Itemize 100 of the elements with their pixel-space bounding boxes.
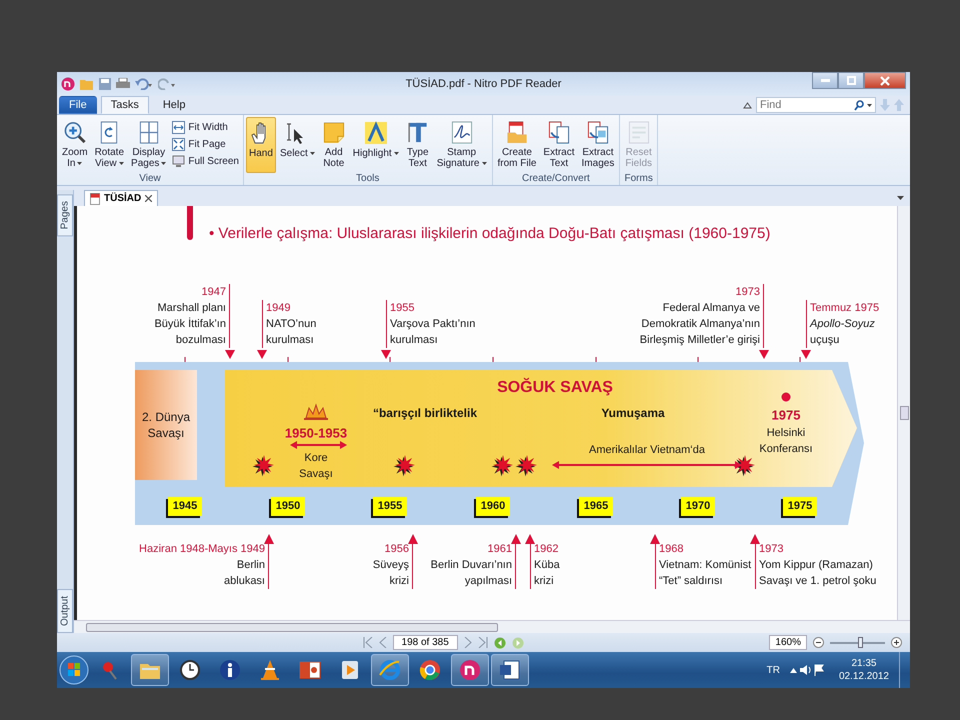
save-icon[interactable]	[99, 78, 111, 90]
undo-icon[interactable]	[135, 78, 153, 90]
side-tab[interactable]: Pages	[57, 194, 73, 236]
ribbon-button[interactable]: Full Screen	[170, 154, 241, 169]
period-title: SOĞUK SAVAŞ	[497, 379, 613, 397]
search-field[interactable]: Find	[756, 97, 876, 113]
ribbon-tab[interactable]: File	[59, 96, 97, 114]
search-icon[interactable]	[854, 100, 864, 111]
folder-page-icon	[504, 121, 529, 144]
tray-arrow-icon[interactable]	[790, 668, 797, 672]
minimize-icon	[820, 79, 830, 82]
caret-icon[interactable]	[867, 104, 872, 107]
ribbon-tab[interactable]: Help	[152, 96, 196, 114]
taskbar-button[interactable]	[451, 654, 489, 686]
document-tab[interactable]: TÜSİAD	[84, 190, 158, 206]
ribbon-button[interactable]: Highlight	[350, 117, 402, 173]
period-label: Amerikalılar Vietnam‘da	[589, 444, 705, 456]
event-date: 1961	[486, 542, 512, 557]
info-icon	[219, 659, 241, 681]
zoom-in-icon[interactable]	[891, 637, 902, 648]
collapse-icon[interactable]	[743, 102, 752, 108]
zoom-out-icon[interactable]	[813, 637, 824, 648]
event-description: Yom Kippur (Ramazan) Savaşı ve 1. petrol şoku	[759, 558, 876, 589]
year-label: 1970	[681, 497, 715, 516]
year-label: 1950	[271, 497, 305, 516]
ribbon-button[interactable]: Type Text	[402, 117, 433, 173]
event-date: Temmuz 1975	[810, 301, 880, 316]
ribbon-button[interactable]: Zoom In	[59, 117, 91, 173]
event-description: Federal Almanya ve Demokratik Almanya’nın Birleşmiş Milletler’e girişi	[640, 301, 760, 348]
ribbon-button[interactable]: Fit Width	[170, 120, 241, 135]
highlighter-icon	[364, 121, 388, 145]
ribbon-button[interactable]: Extract Images	[578, 117, 618, 173]
flag-icon[interactable]	[812, 664, 825, 676]
year-label: 1965	[579, 497, 613, 516]
explosion-icon	[394, 455, 415, 476]
caret-icon[interactable]	[897, 196, 904, 200]
app-logo-icon	[459, 659, 481, 681]
image-page-icon	[586, 121, 610, 144]
clock-time[interactable]: 21:35	[851, 657, 876, 670]
clock-icon	[179, 659, 201, 681]
page-field[interactable]: 198 of 385	[392, 635, 458, 650]
double-arrow	[290, 441, 347, 449]
taskbar-button[interactable]	[491, 654, 529, 686]
explosion-icon	[304, 403, 328, 420]
start-button[interactable]	[59, 655, 89, 685]
year-label: 1960	[476, 497, 510, 516]
zoom-field[interactable]: 160%	[769, 635, 807, 650]
cone-icon	[259, 659, 281, 681]
horizontal-scrollbar[interactable]	[74, 620, 910, 633]
event-date: 1962	[534, 542, 560, 557]
event-description: Varşova Paktı’nın kurulması	[390, 317, 476, 348]
ribbon-button[interactable]: Hand	[246, 117, 276, 173]
year-label: 1945	[168, 497, 202, 516]
ribbon-button[interactable]: Display Pages	[128, 117, 170, 173]
speaker-icon[interactable]	[798, 664, 811, 676]
close-icon[interactable]	[145, 195, 152, 202]
close-button[interactable]	[864, 72, 906, 89]
phase-label: Yumuşama	[601, 406, 665, 420]
side-tab[interactable]: Output	[57, 588, 73, 633]
ribbon-tab[interactable]: Tasks	[100, 96, 149, 114]
note-icon	[322, 121, 346, 144]
ribbon-button[interactable]: Extract Text	[540, 117, 578, 173]
language-indicator[interactable]: TR	[766, 664, 780, 676]
accent-bar	[187, 206, 193, 240]
ribbon-button[interactable]: Select	[276, 117, 318, 173]
explosion-icon	[516, 455, 537, 476]
event-date: 1947	[200, 285, 226, 300]
ribbon-button[interactable]: Add Note	[318, 117, 349, 173]
redo-icon[interactable]	[158, 78, 176, 90]
zoom-in-icon	[62, 121, 87, 144]
group-label: Tools	[355, 173, 380, 185]
vertical-scrollbar[interactable]	[897, 206, 910, 620]
explosion-icon	[492, 455, 513, 476]
document-icon	[499, 659, 521, 681]
ribbon-button[interactable]: Stamp Signature	[434, 117, 490, 173]
minimize-button[interactable]	[812, 72, 838, 89]
event-pointer	[759, 350, 769, 359]
tick-mark	[492, 357, 494, 362]
era-label: 2. Dünya Savaşı	[142, 409, 190, 441]
maximize-button[interactable]	[838, 72, 864, 89]
event-date: 1950-1953	[284, 426, 348, 440]
event-date: 1973	[759, 542, 784, 557]
play-icon	[339, 659, 361, 681]
event-description: NATO’nun kurulması	[266, 317, 316, 348]
page-arrow-icon	[546, 121, 571, 144]
tab-label: TÜSİAD	[104, 193, 142, 204]
tick-mark	[184, 357, 186, 362]
year-label: 1975	[783, 497, 817, 516]
close-icon	[880, 76, 890, 86]
ribbon-button[interactable]: Fit Page	[170, 137, 241, 152]
app-logo-icon[interactable]	[61, 77, 75, 91]
print-icon[interactable]	[116, 78, 130, 90]
explosion-icon	[252, 455, 274, 476]
ribbon-button[interactable]: Create from File	[494, 117, 540, 173]
ribbon-button[interactable]: Rotate View	[92, 117, 128, 173]
back-icon[interactable]	[494, 636, 506, 648]
event-description: Berlin Duvarı’nın yapılması	[430, 558, 512, 589]
group-label: Create/Convert	[521, 173, 591, 185]
clock-date[interactable]: 02.12.2012	[838, 670, 889, 683]
zoom-slider-thumb[interactable]	[858, 636, 864, 648]
